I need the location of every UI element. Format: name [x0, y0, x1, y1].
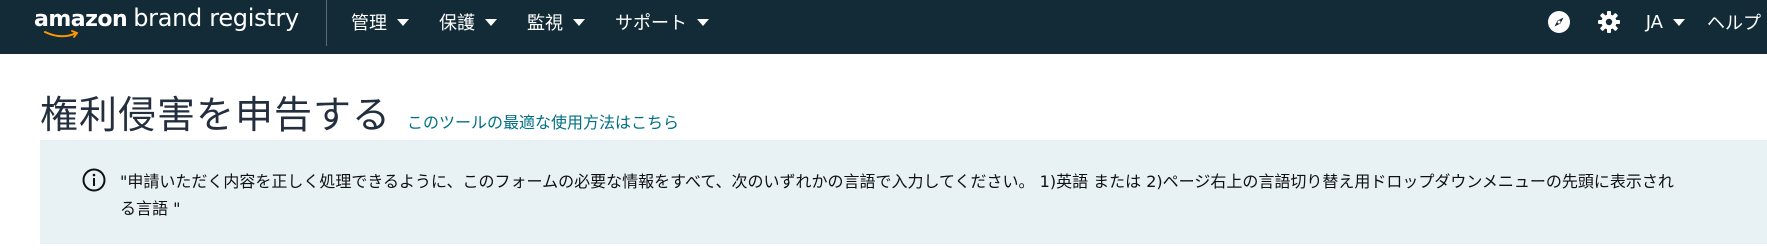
nav-item-manage[interactable]: 管理: [351, 9, 409, 35]
header-right-nav: JA ヘルプ: [1546, 0, 1767, 44]
nav-item-protect[interactable]: 保護: [439, 9, 497, 35]
logo-amazon-text: amazon: [34, 7, 128, 32]
chevron-down-icon: [1673, 18, 1685, 26]
logo-brand-registry-text: brand registry: [133, 4, 299, 32]
nav-item-support[interactable]: サポート: [615, 9, 709, 35]
amazon-smile-icon: [44, 30, 79, 38]
compass-icon[interactable]: [1546, 9, 1572, 35]
nav-item-label: 保護: [439, 13, 475, 34]
nav-item-label: 管理: [351, 13, 387, 34]
info-alert: "申請いただく内容を正しく処理できるように、このフォームの必要な情報をすべて、次…: [40, 140, 1767, 244]
page-title: 権利侵害を申告する: [40, 93, 392, 137]
brand-registry-logo[interactable]: amazon brand registry: [34, 4, 299, 44]
page-header: 権利侵害を申告する このツールの最適な使用方法はこちら: [40, 84, 679, 139]
top-navigation-bar: amazon brand registry 管理 保護 監視 サポート JA ヘ…: [0, 0, 1767, 54]
nav-item-label: 監視: [527, 13, 563, 34]
chevron-down-icon: [485, 18, 497, 26]
main-nav: 管理 保護 監視 サポート: [351, 0, 739, 44]
header-divider: [326, 0, 327, 46]
nav-item-monitor[interactable]: 監視: [527, 9, 585, 35]
chevron-down-icon: [573, 18, 585, 26]
gear-icon[interactable]: [1596, 9, 1622, 35]
tool-guide-link[interactable]: このツールの最適な使用方法はこちら: [407, 109, 679, 133]
chevron-down-icon: [397, 18, 409, 26]
info-icon: [82, 168, 106, 192]
help-link[interactable]: ヘルプ: [1707, 9, 1761, 35]
chevron-down-icon: [697, 18, 709, 26]
language-selector[interactable]: JA: [1646, 12, 1685, 33]
info-message: "申請いただく内容を正しく処理できるように、このフォームの必要な情報をすべて、次…: [120, 172, 1674, 218]
nav-item-label: サポート: [615, 13, 687, 34]
language-label: JA: [1645, 11, 1663, 33]
